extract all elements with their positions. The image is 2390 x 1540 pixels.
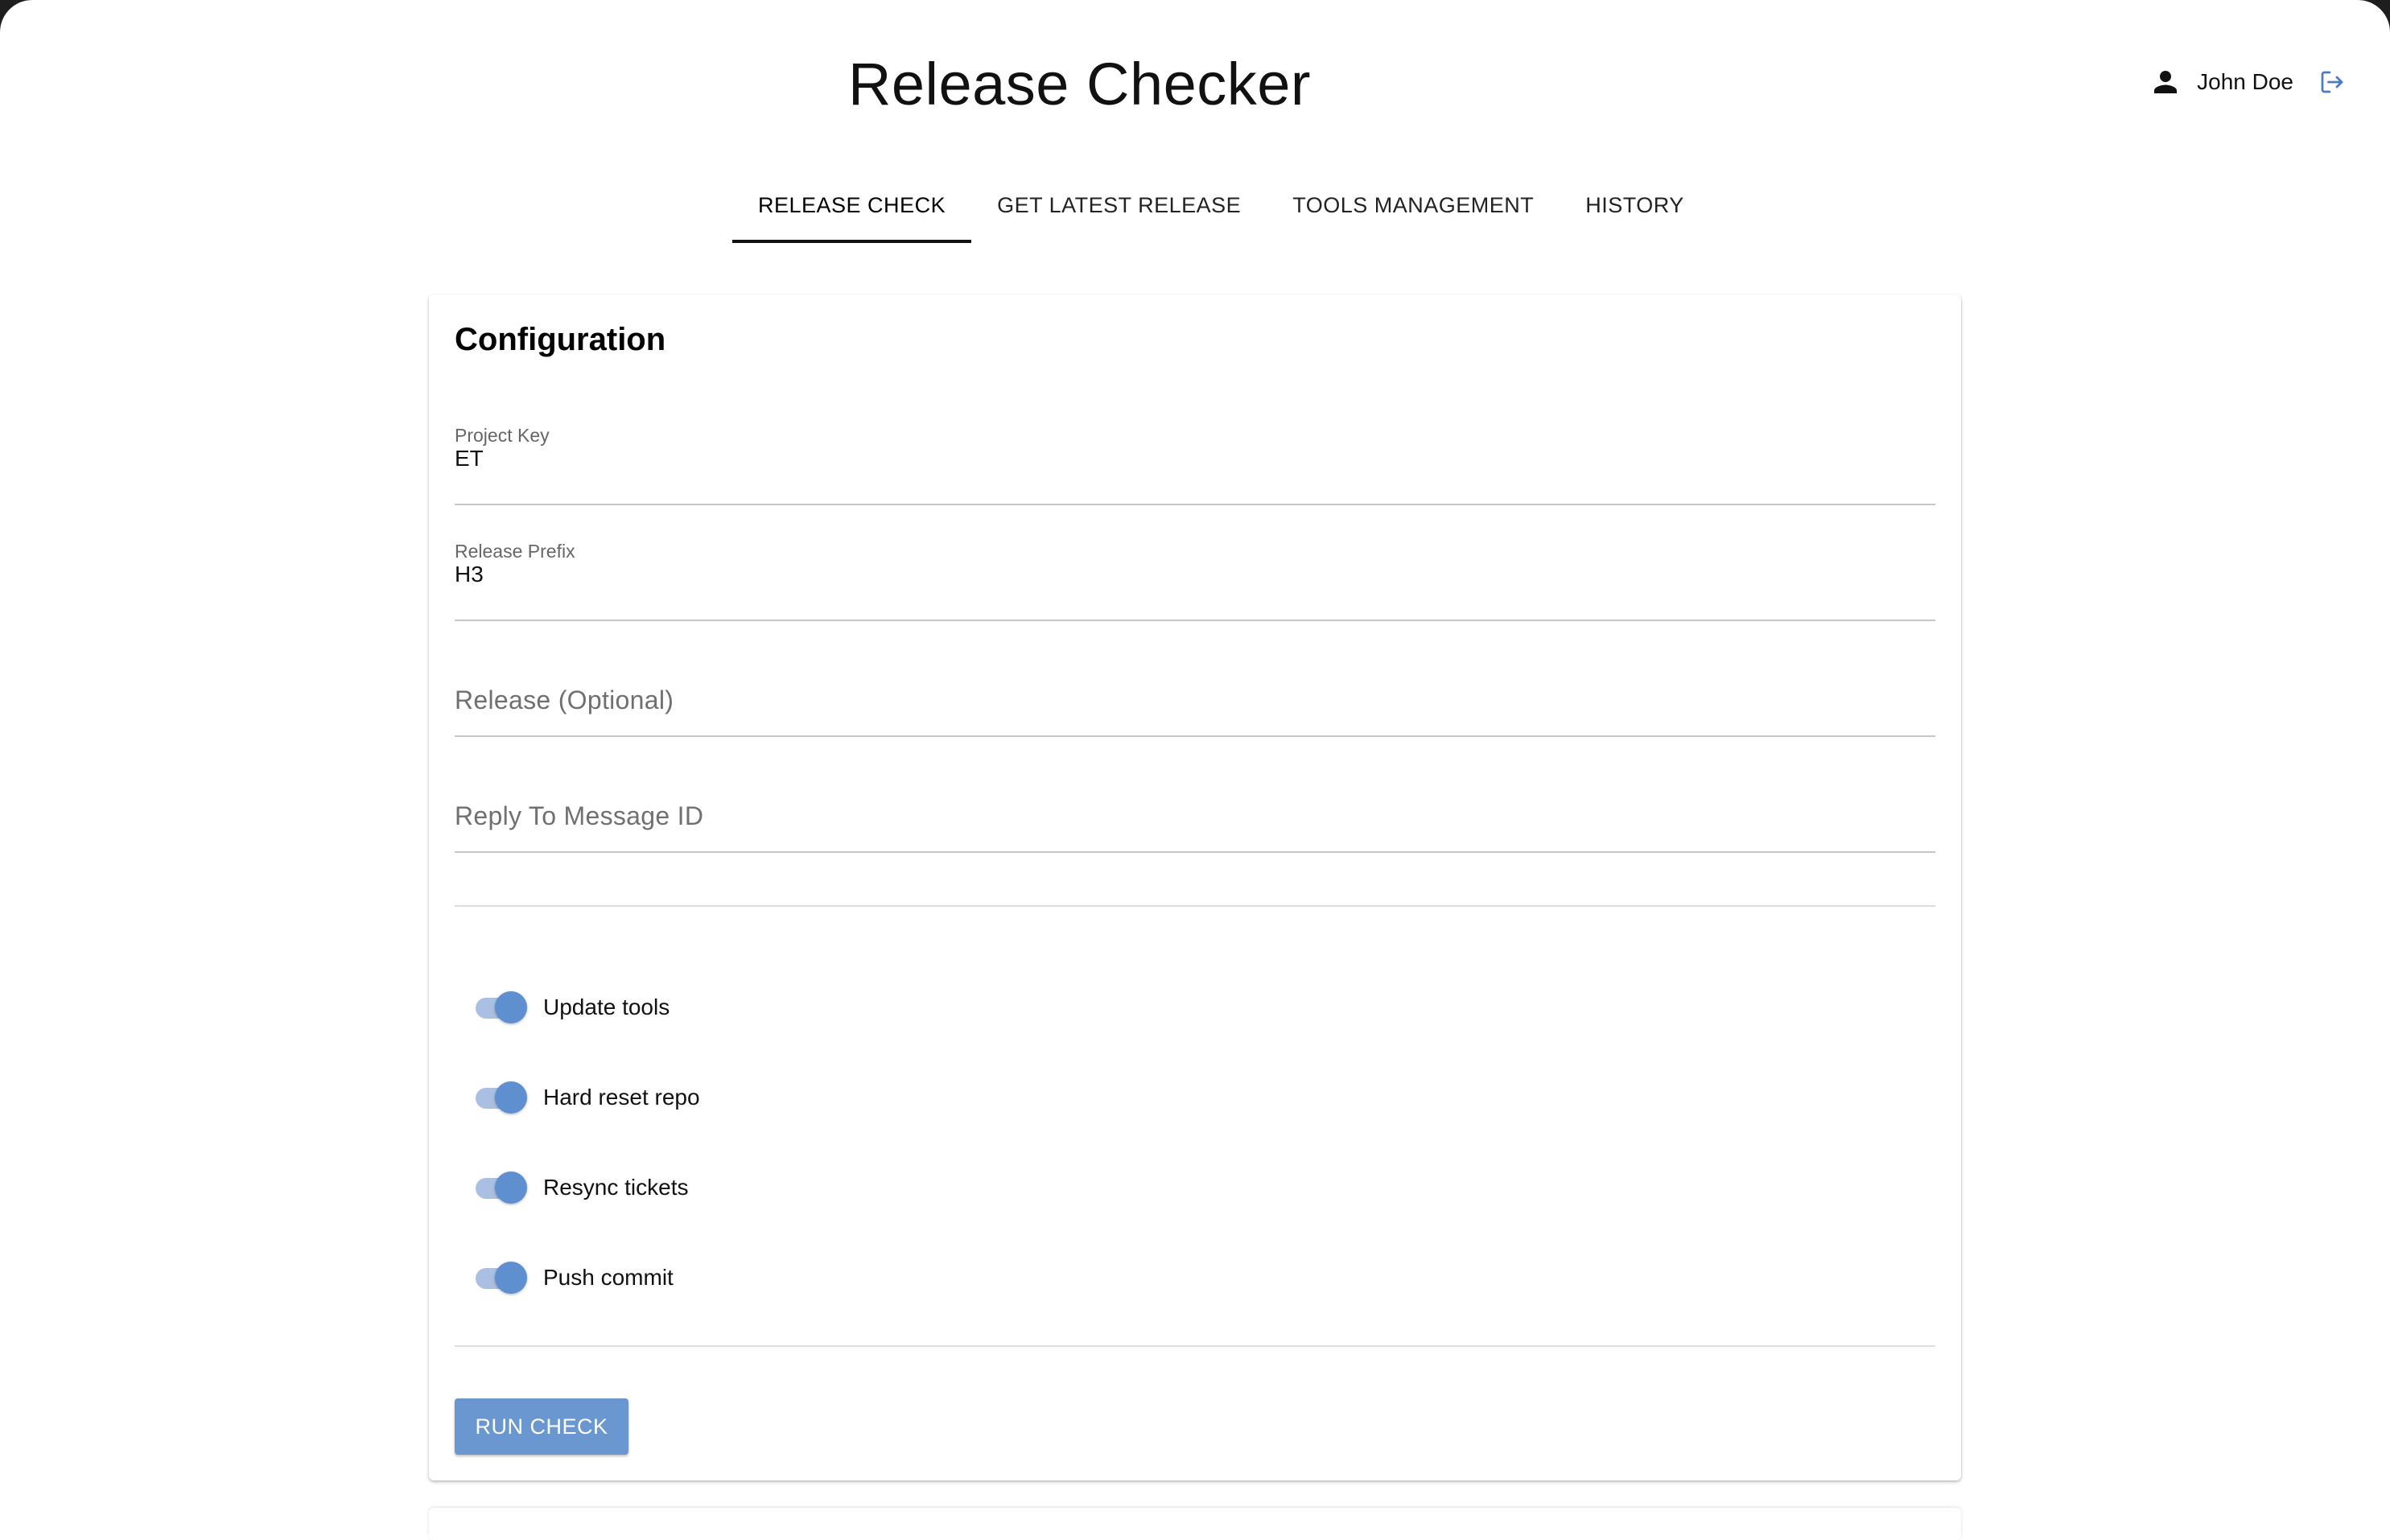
main-tabs: RELEASE CHECK GET LATEST RELEASE TOOLS M… <box>732 169 1710 243</box>
tab-history[interactable]: HISTORY <box>1560 169 1710 243</box>
configuration-card: Configuration Project Key ET Release Pre… <box>429 294 1961 1480</box>
push-commit-label: Push commit <box>543 1265 674 1290</box>
divider <box>455 1345 1935 1347</box>
tab-get-latest-release[interactable]: GET LATEST RELEASE <box>971 169 1267 243</box>
update-tools-switch[interactable] <box>474 990 527 1025</box>
results-card <box>429 1508 1961 1540</box>
resync-tickets-label: Resync tickets <box>543 1175 689 1200</box>
person-icon <box>2149 65 2182 99</box>
hard-reset-repo-label: Hard reset repo <box>543 1085 700 1110</box>
run-check-button[interactable]: RUN CHECK <box>455 1398 628 1455</box>
update-tools-label: Update tools <box>543 994 670 1019</box>
window-corner-right <box>2358 0 2390 32</box>
hard-reset-repo-switch[interactable] <box>474 1080 527 1115</box>
logout-icon[interactable] <box>2318 68 2347 97</box>
configuration-title: Configuration <box>455 322 666 357</box>
window-corner-left <box>0 0 32 32</box>
tab-release-check[interactable]: RELEASE CHECK <box>732 169 972 243</box>
project-key-label: Project Key <box>455 425 550 446</box>
resync-tickets-switch[interactable] <box>474 1170 527 1205</box>
user-area: John Doe <box>2149 63 2347 101</box>
project-key-field[interactable]: Project Key ET <box>455 425 1935 505</box>
divider <box>455 905 1935 907</box>
toggle-update-tools[interactable]: Update tools <box>474 990 670 1025</box>
project-key-input[interactable]: ET <box>455 446 1935 471</box>
release-placeholder: Release (Optional) <box>455 686 674 714</box>
push-commit-switch[interactable] <box>474 1260 527 1295</box>
toggle-hard-reset-repo[interactable]: Hard reset repo <box>474 1080 700 1115</box>
user-name: John Doe <box>2197 69 2293 94</box>
app-title: Release Checker <box>847 51 1312 117</box>
reply-to-message-id-placeholder: Reply To Message ID <box>455 801 704 830</box>
release-prefix-label: Release Prefix <box>455 541 575 562</box>
release-field[interactable]: Release (Optional) <box>455 657 1935 737</box>
toggle-resync-tickets[interactable]: Resync tickets <box>474 1170 689 1205</box>
toggle-push-commit[interactable]: Push commit <box>474 1260 674 1295</box>
release-prefix-input[interactable]: H3 <box>455 562 1935 587</box>
reply-to-message-id-field[interactable]: Reply To Message ID <box>455 772 1935 853</box>
tab-tools-management[interactable]: TOOLS MANAGEMENT <box>1267 169 1560 243</box>
release-prefix-field[interactable]: Release Prefix H3 <box>455 541 1935 621</box>
